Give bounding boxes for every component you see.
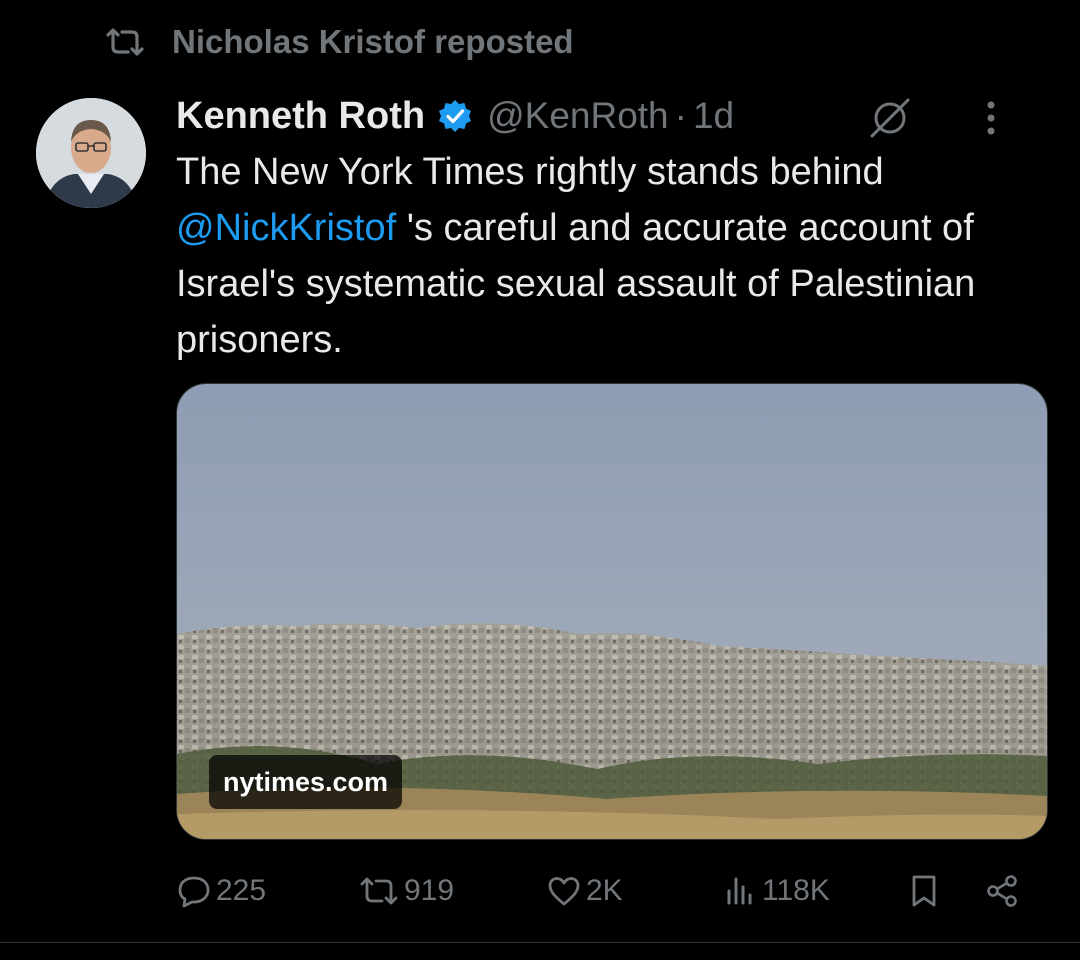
tweet-actions: 225 919 2K 118K bbox=[176, 866, 1036, 916]
repost-label: Nicholas Kristof reposted bbox=[172, 23, 574, 60]
author-name[interactable]: Kenneth Roth bbox=[176, 95, 425, 138]
mention-link[interactable]: @NickKristof bbox=[176, 207, 396, 249]
like-button[interactable]: 2K bbox=[546, 866, 623, 916]
tweet-header: Kenneth Roth @KenRoth · 1d bbox=[176, 92, 1040, 140]
repost-button[interactable]: 919 bbox=[358, 866, 454, 916]
reply-button[interactable]: 225 bbox=[176, 866, 266, 916]
tweet-text: The New York Times rightly stands behind… bbox=[176, 144, 1056, 368]
views-icon bbox=[727, 877, 752, 905]
repost-count: 919 bbox=[404, 874, 455, 907]
reply-count: 225 bbox=[216, 874, 267, 907]
author-handle[interactable]: @KenRoth bbox=[487, 95, 669, 137]
link-card-image[interactable]: nytimes.com bbox=[176, 383, 1048, 840]
avatar[interactable] bbox=[36, 98, 146, 208]
bookmark-button[interactable] bbox=[906, 866, 942, 916]
share-icon bbox=[987, 875, 1017, 907]
repost-icon bbox=[360, 877, 398, 905]
bookmark-icon bbox=[912, 875, 936, 907]
view-count: 118K bbox=[762, 874, 830, 907]
views-button[interactable]: 118K bbox=[722, 866, 830, 916]
like-count: 2K bbox=[586, 874, 623, 907]
share-button[interactable] bbox=[984, 866, 1020, 916]
grok-icon[interactable] bbox=[868, 96, 912, 140]
verified-badge-icon[interactable] bbox=[437, 98, 473, 134]
repost-indicator[interactable]: Nicholas Kristof reposted bbox=[104, 20, 574, 64]
like-icon bbox=[548, 877, 580, 906]
timestamp[interactable]: 1d bbox=[693, 95, 734, 137]
divider bbox=[0, 942, 1080, 943]
tweet-text-before: The New York Times rightly stands behind bbox=[176, 151, 884, 193]
more-icon[interactable] bbox=[984, 98, 998, 138]
reply-icon bbox=[178, 876, 210, 908]
repost-icon bbox=[106, 28, 144, 56]
separator-dot: · bbox=[674, 95, 687, 136]
link-domain-badge[interactable]: nytimes.com bbox=[209, 755, 403, 809]
